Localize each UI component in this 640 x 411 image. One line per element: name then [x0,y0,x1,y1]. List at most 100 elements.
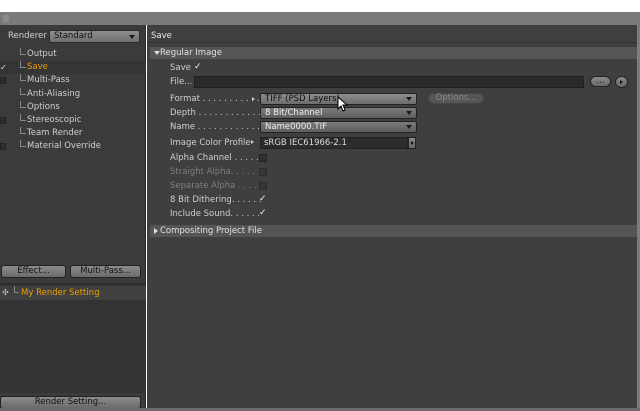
tree-item-checkbox[interactable]: ✓ [0,64,7,72]
depth-row: Depth . . . . . . . . . . . . 8 Bit/Chan… [147,107,637,120]
color-profile-menu-button[interactable] [408,137,416,149]
tree-item-multi-pass[interactable]: Multi-Pass [0,74,146,87]
small-arrow-icon [251,140,254,144]
dithering-label: 8 Bit Dithering. . . . . . [170,195,262,205]
save-label: Save [170,63,191,73]
tree-branch [20,113,26,121]
tree-item-label: Team Render [27,128,83,139]
tree-branch [20,127,26,135]
name-dropdown[interactable]: Name0000.TIF [260,121,417,133]
hierarchy-icon: ✣ [2,288,9,297]
format-value: TIFF (PSD Layers) [265,94,340,104]
sound-row: Include Sound. . . . . . ✓ [147,208,637,221]
tree-item-label: Anti-Aliasing [27,88,81,99]
separate-alpha-label: Separate Alpha . . . . . [170,181,263,191]
name-value: Name0000.TIF [265,122,327,132]
small-arrow-icon [252,97,255,101]
tree-item-checkbox[interactable] [0,143,6,151]
sound-checkbox[interactable]: ✓ [259,208,267,218]
name-row: Name . . . . . . . . . . . . . Name0000.… [147,121,637,134]
file-label: File... [170,77,193,87]
panel-header: Save [147,31,637,43]
separate-alpha-row: Separate Alpha . . . . . [147,180,637,193]
tree-item-options[interactable]: Options [0,100,146,114]
options-button[interactable]: Options... [428,93,484,104]
dithering-checkbox[interactable]: ✓ [259,194,267,204]
tree-branch [20,74,26,82]
chevron-down-icon [129,35,135,39]
chevron-down-icon [406,97,412,101]
tree-item-stereoscopic[interactable]: Stereoscopic [0,113,146,127]
file-row: File... ... [147,76,637,89]
effect-button[interactable]: Effect... [1,265,66,278]
render-settings-sidebar: Renderer Standard Output ✓ Save Multi-Pass A… [0,25,146,409]
expand-down-icon [154,51,160,55]
play-icon [620,80,623,84]
renderer-label: Renderer [8,31,47,41]
straight-alpha-label: Straight Alpha. . . . . . [170,167,261,177]
save-checkbox[interactable]: ✓ [194,62,202,72]
tree-item-team-render[interactable]: Team Render [0,127,146,140]
tree-branch [14,286,19,293]
expand-right-icon [154,228,158,234]
tree-item-label: Output [27,49,57,59]
renderer-select[interactable]: Standard [49,30,140,43]
tree-item-checkbox[interactable] [0,116,6,124]
tree-branch [20,140,26,148]
straight-alpha-checkbox[interactable] [259,168,267,176]
tree-branch [20,87,26,95]
depth-label: Depth . . . . . . . . . . . . [170,108,261,118]
tree-branch [20,61,26,69]
chevron-down-icon [406,125,412,129]
tree-item-output[interactable]: Output [0,48,146,61]
depth-value: 8 Bit/Channel [265,108,323,118]
save-row: Save ✓ [147,62,637,75]
list-item-render-setting[interactable]: ✣ My Render Setting [0,286,146,300]
settings-tree: Output ✓ Save Multi-Pass Anti-Aliasing Option… [0,48,146,154]
checkmark-icon: ✓ [194,62,202,72]
renderer-row: Renderer Standard [0,30,146,44]
checkmark-icon: ✓ [259,194,267,204]
tree-item-checkbox[interactable] [0,77,6,85]
name-label: Name . . . . . . . . . . . . . [170,122,266,132]
tree-item-save[interactable]: ✓ Save [0,61,146,75]
sound-label: Include Sound. . . . . . [170,209,261,219]
checkmark-icon: ✓ [259,208,267,218]
file-path-input[interactable] [194,76,584,88]
format-label: Format . . . . . . . . . . . . [170,94,265,104]
tree-branch [20,100,26,108]
tree-item-label: Multi-Pass [27,75,70,86]
tree-branch [20,48,26,55]
tree-item-label: Save [27,62,48,73]
alpha-row: Alpha Channel . . . . . [147,152,637,165]
tree-item-material-override[interactable]: Material Override [0,140,146,153]
separate-alpha-checkbox[interactable] [259,182,267,190]
render-setting-list: ✣ My Render Setting [0,283,146,393]
file-browse-button[interactable]: ... [590,76,611,87]
tree-item-anti-aliasing[interactable]: Anti-Aliasing [0,87,146,101]
top-margin [0,0,640,12]
group-title: Regular Image [160,48,222,58]
format-row: Format . . . . . . . . . . . . TIFF (PSD… [147,93,637,106]
profile-label: Image Color Profile [170,138,251,148]
render-setting-label: My Render Setting [21,288,100,298]
renderer-value: Standard [54,31,93,41]
tree-item-label: Stereoscopic [27,114,82,125]
play-icon [411,141,414,145]
tree-item-label: Material Override [27,141,102,152]
alpha-checkbox[interactable] [259,154,267,162]
title-bar[interactable] [0,12,640,25]
color-profile-field[interactable]: sRGB IEC61966-2.1 [260,137,408,149]
group-compositing-project-file[interactable]: Compositing Project File [150,225,637,237]
multipass-button[interactable]: Multi-Pass... [70,265,141,278]
alpha-label: Alpha Channel . . . . . [170,153,259,163]
profile-row: Image Color Profile sRGB IEC61966-2.1 [147,137,637,150]
attributes-panel: Save Regular Image Save ✓ File... ... Fo… [147,25,637,408]
tree-item-label: Options [27,101,60,112]
group-regular-image[interactable]: Regular Image [150,47,637,59]
dithering-row: 8 Bit Dithering. . . . . . ✓ [147,194,637,207]
file-arrow-button[interactable] [615,76,628,88]
grip-icon[interactable] [3,15,9,22]
group-title: Compositing Project File [160,226,262,236]
chevron-down-icon [406,111,412,115]
